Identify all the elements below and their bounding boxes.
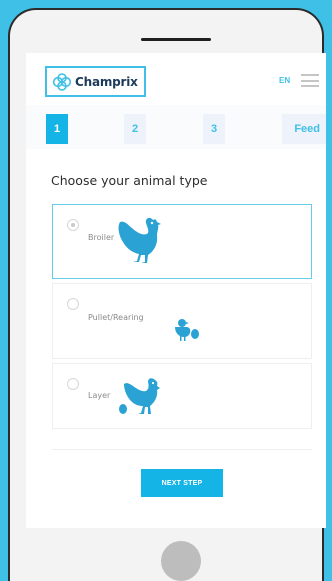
option-label-layer: Layer [88, 391, 111, 400]
radio-layer[interactable] [67, 378, 79, 390]
hen-with-egg-icon [119, 378, 160, 414]
radio-pullet-rearing[interactable] [67, 298, 79, 310]
brand-logo[interactable]: Champrix [45, 66, 146, 97]
phone-home-button[interactable] [161, 541, 201, 581]
step-navigation: 1 2 3 Feed [26, 105, 326, 149]
logo-mark-icon [52, 72, 72, 91]
step-2[interactable]: 2 [124, 114, 146, 144]
app-screen: Champrix EN 1 2 3 Feed Choose your anima… [26, 53, 326, 528]
chicken-icon [118, 217, 161, 263]
phone-frame: Champrix EN 1 2 3 Feed Choose your anima… [8, 8, 326, 581]
page-title: Choose your animal type [51, 173, 208, 188]
section-divider [52, 449, 312, 450]
step-1[interactable]: 1 [46, 114, 68, 144]
option-card-broiler[interactable]: Broiler [52, 204, 312, 279]
app-header: Champrix EN [26, 53, 326, 105]
option-card-pullet-rearing[interactable]: Pullet/Rearing [52, 283, 312, 359]
option-card-layer[interactable]: Layer [52, 363, 312, 429]
next-step-button[interactable]: NEXT STEP [141, 469, 223, 497]
step-3[interactable]: 3 [203, 114, 225, 144]
step-feed[interactable]: Feed [282, 114, 326, 144]
brand-name: Champrix [75, 74, 138, 89]
phone-speaker [141, 38, 211, 41]
option-label-broiler: Broiler [88, 233, 115, 242]
chicks-icon [175, 319, 199, 341]
menu-icon[interactable] [301, 74, 319, 87]
language-selector[interactable]: EN [279, 76, 290, 85]
option-label-pullet-rearing: Pullet/Rearing [88, 313, 144, 322]
radio-broiler[interactable] [67, 219, 79, 231]
